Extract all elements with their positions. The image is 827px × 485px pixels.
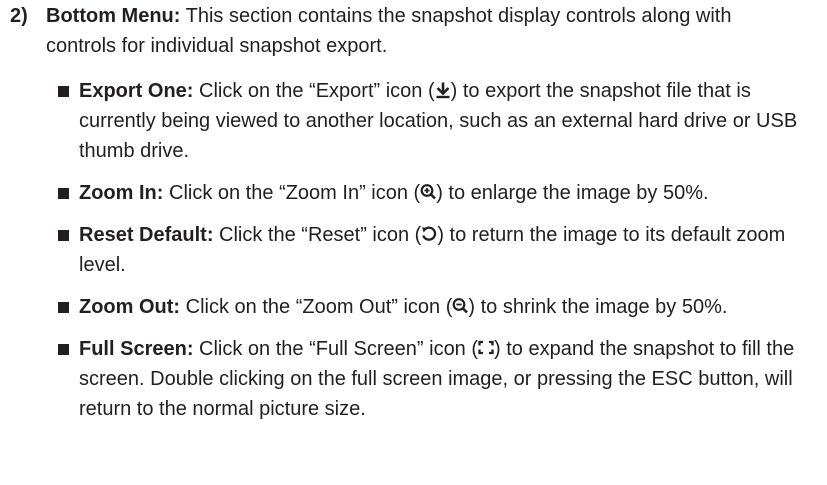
full-screen-icon [478, 339, 494, 357]
item-title: Full Screen: [79, 338, 194, 360]
item-text-before: Click on the “Zoom Out” icon ( [180, 296, 453, 318]
zoom-out-icon [452, 297, 469, 315]
section-heading: 2) Bottom Menu: This section contains th… [0, 0, 806, 61]
item-text-after: ) to enlarge the image by 50%. [436, 182, 709, 204]
item-title: Reset Default: [79, 224, 214, 246]
reset-icon [421, 225, 437, 243]
list-item-zoom-out: Zoom Out: Click on the “Zoom Out” icon (… [0, 292, 809, 322]
section-title: Bottom Menu: [46, 5, 181, 27]
item-text-before: Click on the “Full Screen” icon ( [193, 338, 479, 360]
item-text-before: Click the “Reset” icon ( [213, 224, 422, 246]
item-text-before: Click on the “Zoom In” icon ( [163, 182, 421, 204]
control-list: Export One: Click on the “Export” icon (… [0, 76, 827, 424]
list-item-full-screen: Full Screen: Click on the “Full Screen” … [0, 334, 809, 424]
item-title: Zoom In: [79, 182, 164, 204]
zoom-in-icon [420, 183, 437, 201]
square-bullet [58, 344, 69, 355]
item-title: Zoom Out: [79, 296, 181, 318]
bottom-menu-section: 2) Bottom Menu: This section contains th… [0, 0, 827, 424]
section-number: 2) [10, 5, 28, 27]
square-bullet [58, 302, 69, 313]
list-item-zoom-in: Zoom In: Click on the “Zoom In” icon ( ) … [0, 178, 809, 208]
list-item-export-one: Export One: Click on the “Export” icon (… [0, 76, 809, 166]
item-text-after: ) to shrink the image by 50%. [468, 296, 728, 318]
export-icon [435, 81, 451, 99]
square-bullet [58, 188, 69, 199]
square-bullet [58, 86, 69, 97]
item-title: Export One: [79, 80, 194, 102]
item-text-before: Click on the “Export” icon ( [193, 80, 435, 102]
square-bullet [58, 230, 69, 241]
list-item-reset-default: Reset Default: Click the “Reset” icon ()… [0, 220, 809, 280]
